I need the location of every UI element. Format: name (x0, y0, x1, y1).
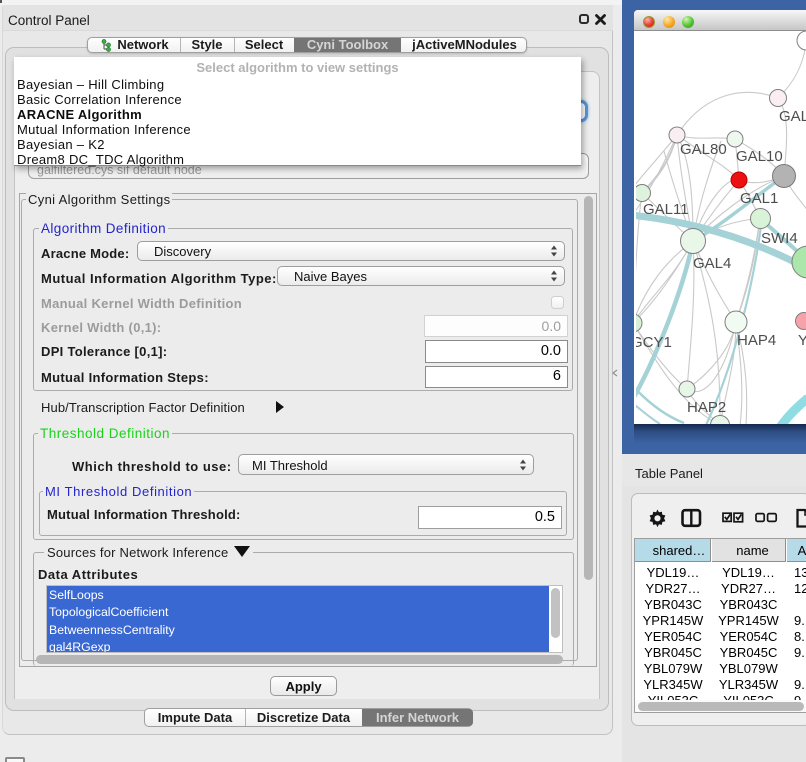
svg-text:GAL1: GAL1 (740, 190, 778, 207)
svg-text:HAP4: HAP4 (737, 332, 776, 349)
svg-text:GAL10: GAL10 (736, 148, 783, 165)
svg-text:GAL4: GAL4 (693, 255, 731, 272)
svg-text:HAP2: HAP2 (687, 399, 726, 416)
svg-text:GAL80: GAL80 (680, 141, 727, 158)
svg-text:GAL11: GAL11 (643, 201, 689, 218)
svg-text:SWI4: SWI4 (761, 230, 798, 247)
svg-text:Y: Y (798, 332, 806, 349)
svg-text:GAL: GAL (779, 108, 806, 125)
svg-text:GCY1: GCY1 (636, 334, 672, 351)
